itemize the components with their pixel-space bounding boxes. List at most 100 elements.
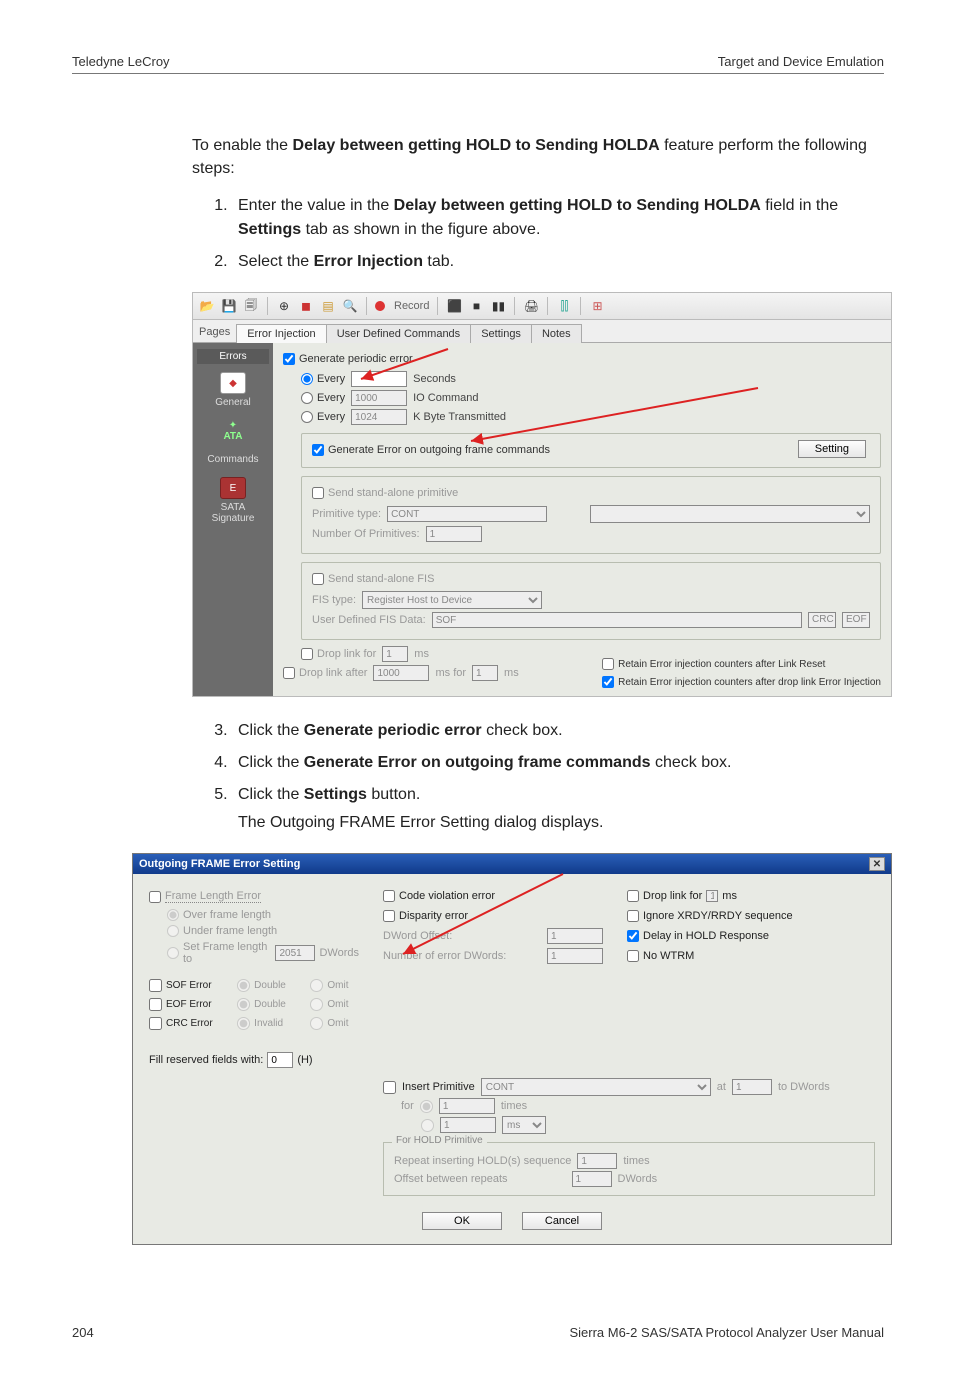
every-kbyte-input[interactable]	[301, 411, 313, 423]
no-wtrm-checkbox[interactable]: No WTRM	[627, 950, 875, 962]
retain1-input[interactable]	[602, 658, 614, 670]
generate-periodic-checkbox[interactable]: Generate periodic error	[283, 353, 413, 365]
fill-field[interactable]	[267, 1052, 293, 1068]
prim-type-lbl: Primitive type:	[312, 508, 381, 520]
drop-link-after-checkbox[interactable]: Drop link after	[283, 667, 367, 679]
kbyte-label: K Byte Transmitted	[413, 411, 506, 423]
toolbar-icon[interactable]: 🗐	[243, 298, 259, 314]
send-fis-input[interactable]	[312, 573, 324, 585]
step-2: Select the Error Injection tab.	[232, 250, 884, 274]
fle-input[interactable]	[149, 891, 161, 903]
header-right: Target and Device Emulation	[718, 54, 884, 69]
frame-length-error-checkbox[interactable]: Frame Length Error	[149, 890, 359, 903]
toolbar-icon[interactable]: ◼	[298, 298, 314, 314]
toolbar-icon[interactable]: 💾	[221, 298, 237, 314]
errors-sidebar: Errors ◆General ✦ATA Commands ESATASigna…	[193, 343, 273, 696]
every-io-radio[interactable]: Every	[301, 392, 345, 404]
dlg-drop-input[interactable]	[627, 890, 639, 902]
retain2-input[interactable]	[602, 676, 614, 688]
toolbar-icon[interactable]: 🖨	[523, 298, 539, 314]
drop-link-for-checkbox[interactable]: Drop link for	[301, 648, 376, 660]
sata-label: SATA	[221, 502, 246, 513]
sidebar-general[interactable]: ◆ General	[197, 368, 269, 412]
gen-outgoing-checkbox[interactable]: Generate Error on outgoing frame command…	[312, 444, 550, 456]
gen-outgoing-input[interactable]	[312, 444, 324, 456]
toolbar-icon[interactable]: ■	[468, 298, 484, 314]
delay-input[interactable]	[627, 930, 639, 942]
primitive-select	[590, 505, 870, 523]
drop1-input[interactable]	[301, 648, 313, 660]
crc-invalid: Invalid	[254, 1018, 283, 1029]
gen-periodic-label: Generate periodic error	[299, 353, 413, 365]
toolbar-icon[interactable]: 🔍	[342, 298, 358, 314]
gen-periodic-input[interactable]	[283, 353, 295, 365]
insert-primitive-checkbox[interactable]	[383, 1081, 396, 1094]
toolbar-icon[interactable]: ▮▮	[490, 298, 506, 314]
record-label[interactable]: Record	[394, 300, 429, 312]
cv-input[interactable]	[383, 890, 395, 902]
drop2-input[interactable]	[283, 667, 295, 679]
ata-label: ATA	[223, 431, 242, 442]
setting-button[interactable]: Setting	[798, 440, 866, 458]
tab-error-injection[interactable]: Error Injection	[236, 324, 326, 343]
sof-double: Double	[254, 980, 286, 991]
disp-input[interactable]	[383, 910, 395, 922]
sig-label: Signature	[212, 513, 255, 524]
seconds-label: Seconds	[413, 373, 456, 385]
code-violation-checkbox[interactable]: Code violation error	[383, 890, 603, 902]
sidebar-general-label: General	[215, 397, 251, 408]
tab-settings[interactable]: Settings	[470, 324, 532, 343]
send-prim-input[interactable]	[312, 487, 324, 499]
sidebar-sata[interactable]: ESATASignature	[197, 473, 269, 528]
every-seconds-input[interactable]	[301, 373, 313, 385]
under-lbl: Under frame length	[183, 925, 277, 937]
step-5-sub: The Outgoing FRAME Error Setting dialog …	[238, 811, 884, 835]
crc-error-checkbox[interactable]	[149, 1017, 162, 1030]
retain-after-reset-checkbox[interactable]: Retain Error injection counters after Li…	[602, 658, 881, 670]
disparity-checkbox[interactable]: Disparity error	[383, 910, 603, 922]
ok-button[interactable]: OK	[422, 1212, 502, 1230]
toolbar-icon[interactable]: ⊞	[589, 298, 605, 314]
toolbar-icon[interactable]: ⊕	[276, 298, 292, 314]
toolbar-icon[interactable]: ⫿⫿	[556, 298, 572, 314]
nowtrm-input[interactable]	[627, 950, 639, 962]
toolbar-icon[interactable]: ⬛	[446, 298, 462, 314]
send-fis-checkbox[interactable]: Send stand-alone FIS	[312, 573, 434, 585]
sidebar-ata[interactable]: ✦ATA	[197, 416, 269, 446]
toolbar-icon[interactable]: ▤	[320, 298, 336, 314]
s4c: check box.	[651, 754, 732, 771]
toolbar-icon[interactable]: 📂	[199, 298, 215, 314]
cancel-button[interactable]: Cancel	[522, 1212, 602, 1230]
s3a: Click the	[238, 722, 304, 739]
ignore-xrdy-checkbox[interactable]: Ignore XRDY/RRDY sequence	[627, 910, 875, 922]
dialog-close-button[interactable]: ✕	[869, 857, 885, 871]
drop2-val	[373, 665, 429, 681]
seconds-field[interactable]	[351, 371, 407, 387]
general-icon: ◆	[229, 378, 237, 389]
every-seconds-radio[interactable]: Every	[301, 373, 345, 385]
over-length-radio[interactable]: Over frame length	[167, 909, 359, 921]
set-length-radio[interactable]: Set Frame length to	[167, 941, 271, 965]
sof-error-checkbox[interactable]	[149, 979, 162, 992]
retain-after-drop-checkbox[interactable]: Retain Error injection counters after dr…	[602, 676, 881, 688]
eof-error-checkbox[interactable]	[149, 998, 162, 1011]
dlg-drop-link-checkbox[interactable]: Drop link for ms	[627, 890, 875, 902]
at-lbl: at	[717, 1081, 726, 1093]
every-io-input[interactable]	[301, 392, 313, 404]
to-lbl: to DWords	[778, 1081, 830, 1093]
tab-notes[interactable]: Notes	[531, 324, 582, 343]
send-primitive-checkbox[interactable]: Send stand-alone primitive	[312, 487, 458, 499]
tab-user-defined[interactable]: User Defined Commands	[326, 324, 472, 343]
gen-outgoing-label: Generate Error on outgoing frame command…	[328, 444, 550, 456]
under-length-radio[interactable]: Under frame length	[167, 925, 359, 937]
toolbar: 📂 💾 🗐 ⊕ ◼ ▤ 🔍 Record ⬛ ■ ▮▮ 🖨 ⫿⫿ ⊞	[193, 293, 891, 320]
error-injection-screenshot: 📂 💾 🗐 ⊕ ◼ ▤ 🔍 Record ⬛ ■ ▮▮ 🖨 ⫿⫿ ⊞ Pages…	[192, 292, 892, 697]
s1b: Delay between getting HOLD to Sending HO…	[394, 197, 761, 214]
sidebar-commands[interactable]: Commands	[197, 450, 269, 469]
every-kbyte-radio[interactable]: Every	[301, 411, 345, 423]
ignore-input[interactable]	[627, 910, 639, 922]
steps-list-2: Click the Generate periodic error check …	[232, 719, 884, 835]
drop2-lbl: Drop link after	[299, 667, 367, 679]
delay-hold-checkbox[interactable]: Delay in HOLD Response	[627, 930, 875, 942]
drop1-val	[382, 646, 408, 662]
